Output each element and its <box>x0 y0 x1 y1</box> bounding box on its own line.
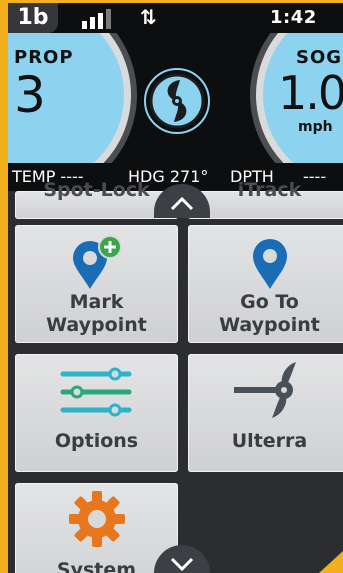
scroll-down-button[interactable] <box>154 545 210 573</box>
mark-waypoint-icon <box>73 235 122 289</box>
mark-waypoint-tile[interactable]: Mark Waypoint <box>15 225 178 343</box>
options-tile[interactable]: Options <box>15 354 178 472</box>
clock-time: 1:42 <box>270 7 317 28</box>
go-to-waypoint-icon <box>253 239 287 289</box>
ulterra-icon <box>234 362 296 418</box>
itrack-tile[interactable]: iTrack <box>188 179 343 219</box>
signal-icon <box>82 9 122 29</box>
system-gear-icon <box>69 491 125 547</box>
propeller-button[interactable] <box>144 68 210 134</box>
options-sliders-icon <box>60 367 132 417</box>
go-to-waypoint-label-1: Go To <box>240 291 299 313</box>
gauge-panel: PROP 3 SOG 1.0 mph <box>8 33 343 163</box>
sog-value: 1.0 <box>278 66 343 120</box>
ulterra-tile[interactable]: Ulterra <box>188 354 343 472</box>
propeller-icon <box>144 68 210 134</box>
screen-badge: 1b <box>8 3 58 33</box>
chevron-down-icon <box>170 557 194 572</box>
device-screen: 1b ⇅ 1:42 PM PROP 3 SOG 1.0 mph <box>8 3 343 573</box>
status-bar: 1b ⇅ 1:42 PM <box>8 3 343 48</box>
corner-accent <box>319 551 343 573</box>
prop-value: 3 <box>14 66 46 124</box>
scroll-up-button[interactable] <box>154 184 210 218</box>
mark-waypoint-label-1: Mark <box>69 291 124 313</box>
go-to-waypoint-label-2: Waypoint <box>219 314 320 336</box>
sog-unit: mph <box>298 119 333 135</box>
data-transfer-icon: ⇅ <box>140 5 157 29</box>
options-label: Options <box>54 430 139 452</box>
mark-waypoint-label-2: Waypoint <box>46 314 147 336</box>
ulterra-label: Ulterra <box>231 430 308 452</box>
go-to-waypoint-tile[interactable]: Go To Waypoint <box>188 225 343 343</box>
sog-label: SOG <box>296 47 343 68</box>
itrack-label: iTrack <box>237 179 302 201</box>
chevron-up-icon <box>170 196 194 211</box>
